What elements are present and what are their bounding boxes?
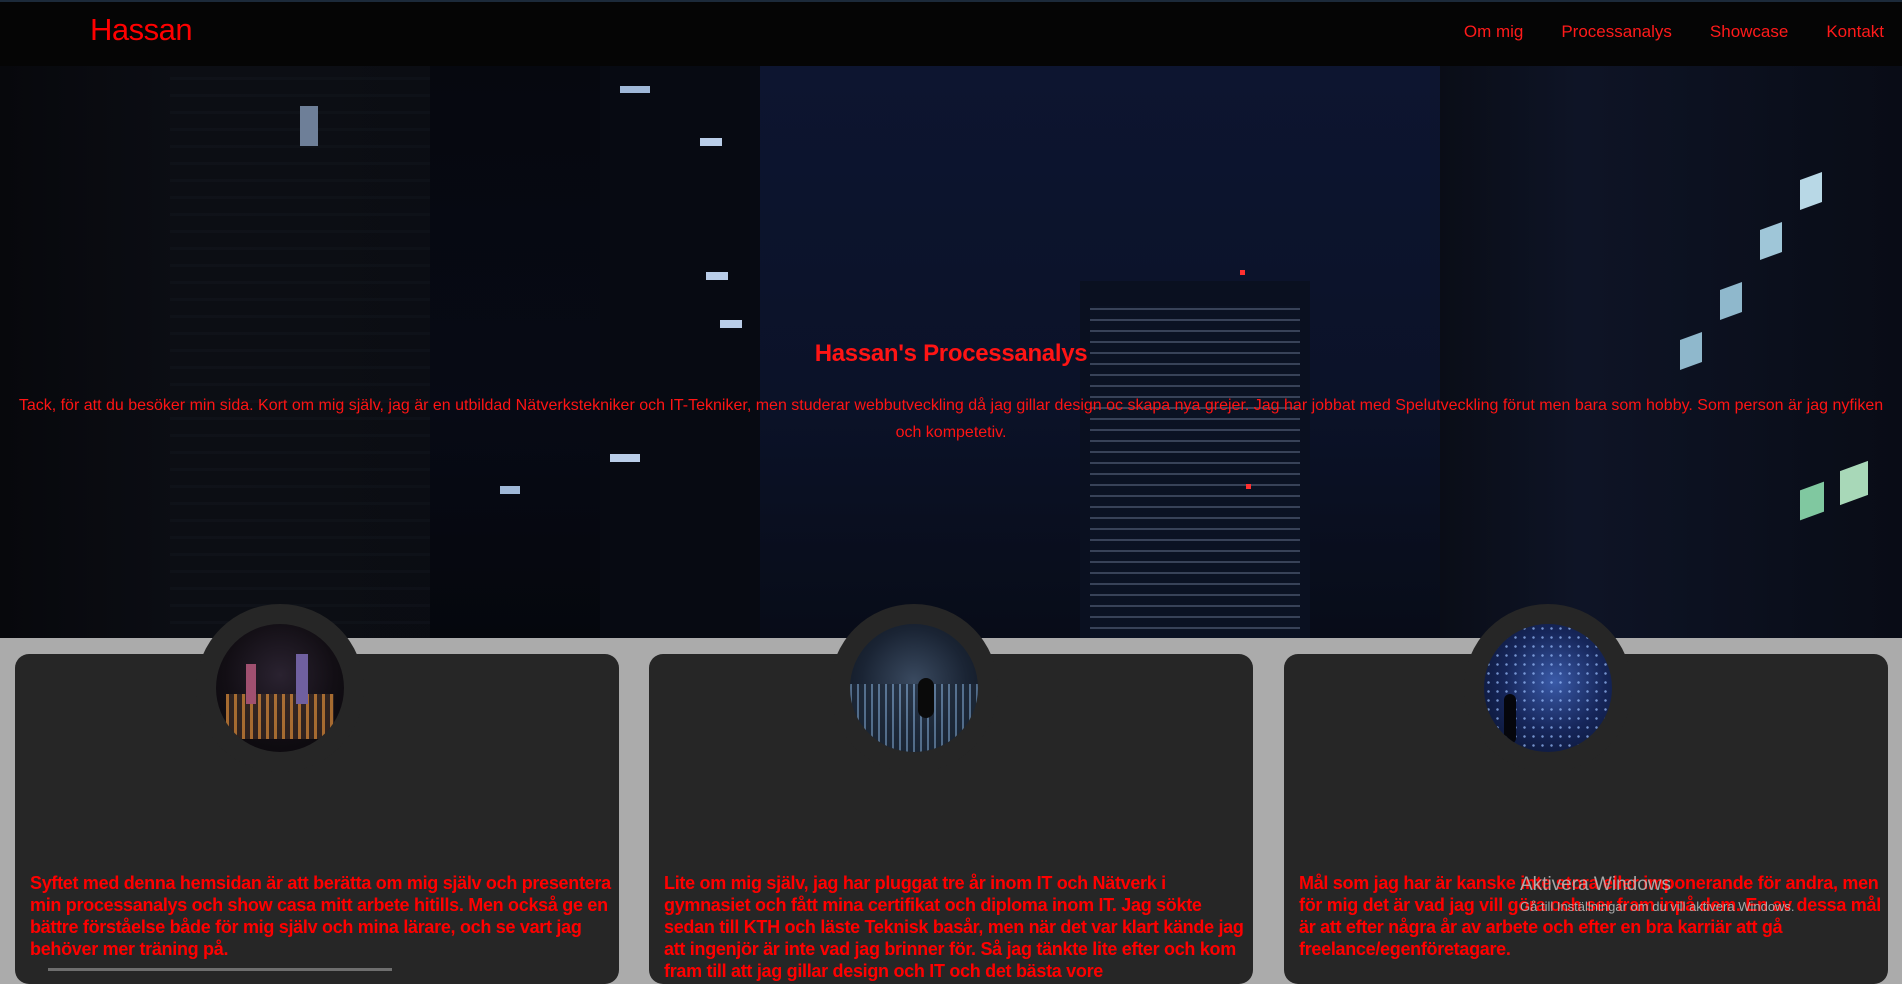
- hero-section: Hassan's Processanalys Tack, för att du …: [0, 66, 1902, 638]
- nav-link-processanalys[interactable]: Processanalys: [1561, 22, 1672, 42]
- card-text: Lite om mig själv, jag har pluggat tre å…: [664, 873, 1244, 981]
- nav-link-kontakt[interactable]: Kontakt: [1826, 22, 1884, 42]
- card-avatar-frame: [1464, 604, 1632, 772]
- city-overlook-image: [850, 624, 978, 752]
- card-avatar-frame: [830, 604, 998, 772]
- hero-intro-text: Tack, för att du besöker min sida. Kort …: [18, 397, 1884, 441]
- watermark-title: Aktivera Windows: [1520, 874, 1671, 895]
- brand-logo[interactable]: Hassan: [90, 12, 193, 48]
- digital-lights-image: [1484, 624, 1612, 752]
- nav-link-showcase[interactable]: Showcase: [1710, 22, 1788, 42]
- watermark-subtitle: Gå till Inställningar om du vill aktiver…: [1520, 899, 1795, 914]
- windows-activation-watermark: Aktivera Windows Gå till Inställningar o…: [1520, 874, 1795, 914]
- city-night-image: [216, 624, 344, 752]
- nav-link-om-mig[interactable]: Om mig: [1464, 22, 1524, 42]
- hero-title: Hassan's Processanalys: [814, 340, 1088, 367]
- scroll-indicator: [48, 968, 392, 971]
- top-navbar: Hassan Om mig Processanalys Showcase Kon…: [0, 0, 1902, 66]
- card-avatar-frame: [196, 604, 364, 772]
- main-nav: Om mig Processanalys Showcase Kontakt: [1464, 22, 1902, 42]
- card-text: Syftet med denna hemsidan är att berätta…: [30, 873, 611, 959]
